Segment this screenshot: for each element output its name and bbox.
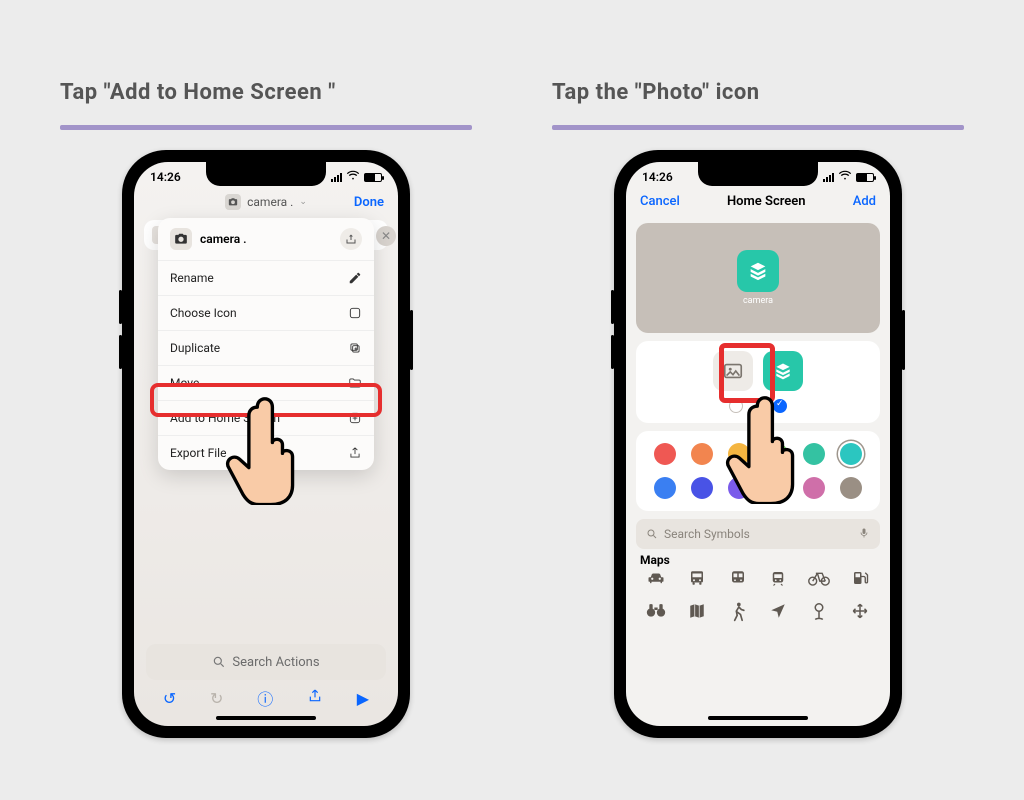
add-button[interactable]: Add — [853, 194, 876, 209]
nav-row: Cancel Home Screen Add — [626, 184, 890, 219]
map-icon[interactable] — [688, 602, 706, 627]
camera-chip-icon — [225, 194, 241, 210]
right-heading: Tap the "Photo" icon — [552, 80, 964, 105]
left-heading: Tap "Add to Home Screen " — [60, 80, 472, 105]
search-actions[interactable]: Search Actions — [146, 644, 386, 680]
left-step: Tap "Add to Home Screen " 14:26 — [60, 80, 472, 800]
right-step: Tap the "Photo" icon 14:26 Canc — [552, 80, 964, 800]
color-swatch[interactable] — [803, 443, 825, 465]
folder-icon — [348, 376, 362, 390]
mic-icon[interactable] — [858, 527, 870, 542]
undo-icon[interactable]: ↺ — [163, 689, 176, 708]
bus-icon[interactable] — [687, 569, 707, 592]
notch — [206, 162, 326, 186]
battery-icon — [856, 173, 874, 182]
car-icon[interactable] — [646, 569, 666, 592]
bottom-toolbar: ↺ ↻ ⓘ ▶ — [134, 682, 398, 714]
search-icon — [212, 655, 226, 669]
tap-hand-icon — [222, 395, 306, 505]
bike-icon[interactable] — [808, 569, 830, 592]
menu-duplicate[interactable]: Duplicate — [158, 330, 374, 365]
share-icon[interactable] — [340, 228, 362, 250]
done-button[interactable]: Done — [354, 195, 384, 210]
tap-hand-icon — [722, 394, 806, 504]
phone-right: 14:26 Cancel Home Screen Add — [614, 150, 902, 738]
notch — [698, 162, 818, 186]
move-icon[interactable] — [851, 602, 869, 627]
shortcut-title: camera . — [247, 195, 293, 209]
color-swatch[interactable] — [803, 477, 825, 499]
info-icon[interactable]: ⓘ — [257, 686, 273, 710]
icon-chooser-icon — [348, 306, 362, 320]
search-icon — [646, 528, 658, 540]
location-arrow-icon[interactable] — [769, 602, 787, 627]
divider — [552, 125, 964, 130]
duplicate-icon — [348, 341, 362, 355]
walk-icon[interactable] — [731, 602, 745, 627]
symbols-category-header: Maps — [640, 553, 876, 567]
redo-icon: ↻ — [210, 689, 223, 708]
home-indicator — [708, 716, 808, 720]
signal-icon — [331, 173, 342, 182]
home-preview: camera — [636, 223, 880, 333]
home-indicator — [216, 716, 316, 720]
color-swatch[interactable] — [654, 443, 676, 465]
add-home-icon — [348, 411, 362, 425]
shortcut-title-row: camera . ⌄ Done — [134, 184, 398, 218]
battery-icon — [364, 173, 382, 182]
pin-icon[interactable] — [810, 602, 828, 627]
camera-icon — [170, 228, 192, 250]
clear-icon[interactable]: ✕ — [376, 226, 396, 246]
export-icon — [348, 446, 362, 460]
photo-source-button[interactable] — [713, 351, 753, 391]
glyph-source-button[interactable] — [763, 351, 803, 391]
fuel-icon[interactable] — [851, 569, 869, 592]
status-time: 14:26 — [642, 170, 673, 184]
bus2-icon[interactable] — [728, 569, 748, 592]
divider — [60, 125, 472, 130]
symbol-search[interactable]: Search Symbols — [636, 519, 880, 549]
phone-left: 14:26 camera . ⌄ Done — [122, 150, 410, 738]
symbol-grid — [636, 569, 880, 627]
color-swatch[interactable] — [691, 443, 713, 465]
app-preview-label: camera — [743, 296, 773, 306]
pencil-icon — [348, 271, 362, 285]
cancel-button[interactable]: Cancel — [640, 194, 680, 209]
share-bottom-icon[interactable] — [307, 688, 323, 708]
menu-rename[interactable]: Rename — [158, 260, 374, 295]
app-preview-icon — [737, 250, 779, 292]
chevron-down-icon: ⌄ — [299, 197, 307, 207]
color-swatch[interactable] — [840, 443, 862, 465]
wifi-icon — [346, 170, 360, 184]
menu-title: camera . — [200, 232, 247, 246]
color-swatch[interactable] — [691, 477, 713, 499]
menu-choose-icon[interactable]: Choose Icon — [158, 295, 374, 330]
signal-icon — [823, 173, 834, 182]
wifi-icon — [838, 170, 852, 184]
page-title: Home Screen — [727, 194, 806, 209]
tram-icon[interactable] — [768, 569, 788, 592]
status-time: 14:26 — [150, 170, 181, 184]
binoculars-icon[interactable] — [646, 602, 666, 627]
color-swatch[interactable] — [654, 477, 676, 499]
color-swatch[interactable] — [840, 477, 862, 499]
play-icon[interactable]: ▶ — [357, 689, 369, 708]
